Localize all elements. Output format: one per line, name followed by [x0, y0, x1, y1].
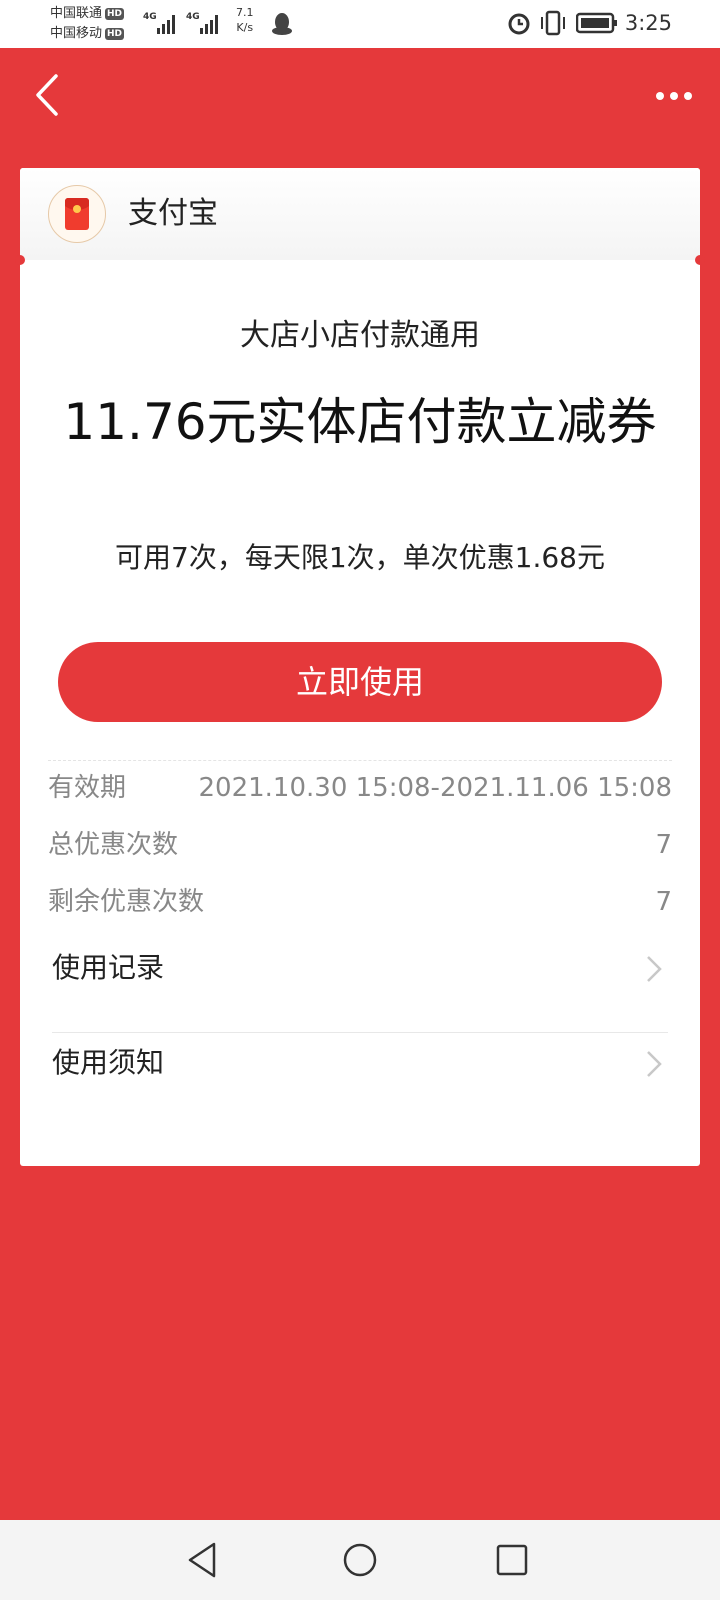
validity-value: 2021.10.30 15:08-2021.11.06 15:08: [198, 773, 673, 803]
coupon-description: 可用7次，每天限1次，单次优惠1.68元: [115, 541, 605, 574]
nav-recents-button[interactable]: [490, 1538, 534, 1582]
status-bar: 中国联通 HD 中国移动 HD 4G 4G 7.1 K/s 3:25: [0, 0, 720, 48]
dashed-divider: [48, 760, 672, 761]
usage-records-label: 使用记录: [52, 951, 165, 984]
vibrate-icon: [541, 10, 565, 36]
network-type-2: 4G: [186, 12, 200, 22]
coupon-subtitle: 大店小店付款通用: [240, 318, 480, 353]
total-count-row: 总优惠次数 7: [48, 827, 672, 863]
clock: 3:25: [624, 11, 672, 35]
app-header: [0, 48, 720, 144]
brand-name: 支付宝: [128, 196, 218, 231]
nav-home-button[interactable]: [338, 1538, 382, 1582]
coupon-title: 11.76元实体店付款立减券: [63, 393, 657, 451]
carrier-name-2: 中国移动: [50, 26, 103, 41]
red-envelope-icon: [65, 198, 89, 230]
remaining-count-label: 剩余优惠次数: [48, 887, 205, 917]
hd-badge-1: HD: [105, 7, 125, 20]
brand-logo: [48, 185, 106, 243]
signal-icon-2: 4G: [186, 12, 218, 34]
circle-home-icon: [343, 1543, 377, 1577]
card-header: 支付宝: [20, 168, 700, 260]
more-dots-icon: [656, 92, 692, 100]
total-count-label: 总优惠次数: [48, 830, 179, 860]
system-nav-bar: [0, 1520, 720, 1600]
battery-icon: [576, 12, 617, 34]
carrier-info: 中国联通 HD 中国移动 HD: [50, 4, 125, 44]
usage-notice-link[interactable]: 使用须知: [52, 1033, 668, 1093]
network-type-1: 4G: [143, 12, 157, 22]
chevron-right-icon: [647, 956, 662, 982]
total-count-value: 7: [655, 830, 672, 860]
speed-unit: K/s: [236, 21, 254, 34]
validity-label: 有效期: [48, 773, 127, 803]
carrier-name-1: 中国联通: [50, 6, 103, 21]
alarm-icon: [508, 13, 530, 35]
coupon-card: 支付宝 大店小店付款通用 11.76元实体店付款立减券 可用7次，每天限1次，单…: [15, 168, 705, 1166]
chevron-left-icon: [36, 74, 58, 116]
validity-row: 有效期 2021.10.30 15:08-2021.11.06 15:08: [48, 770, 672, 806]
remaining-count-row: 剩余优惠次数 7: [48, 884, 672, 920]
back-button[interactable]: [26, 70, 76, 120]
network-speed: 7.1 K/s: [236, 5, 254, 35]
triangle-back-icon: [188, 1542, 216, 1578]
usage-records-link[interactable]: 使用记录: [52, 938, 668, 998]
remaining-count-value: 7: [655, 887, 672, 917]
more-button[interactable]: [650, 76, 700, 116]
hd-badge-2: HD: [105, 27, 125, 40]
speed-value: 7.1: [236, 6, 254, 19]
ticket-notch-right: [695, 255, 705, 265]
ticket-notch-left: [15, 255, 25, 265]
chevron-right-icon: [647, 1051, 662, 1077]
signal-icon: 4G: [143, 12, 175, 34]
qq-icon: [272, 13, 292, 35]
nav-back-button[interactable]: [182, 1538, 226, 1582]
usage-notice-label: 使用须知: [52, 1046, 165, 1079]
square-recents-icon: [496, 1544, 528, 1576]
use-now-button[interactable]: 立即使用: [58, 642, 662, 722]
